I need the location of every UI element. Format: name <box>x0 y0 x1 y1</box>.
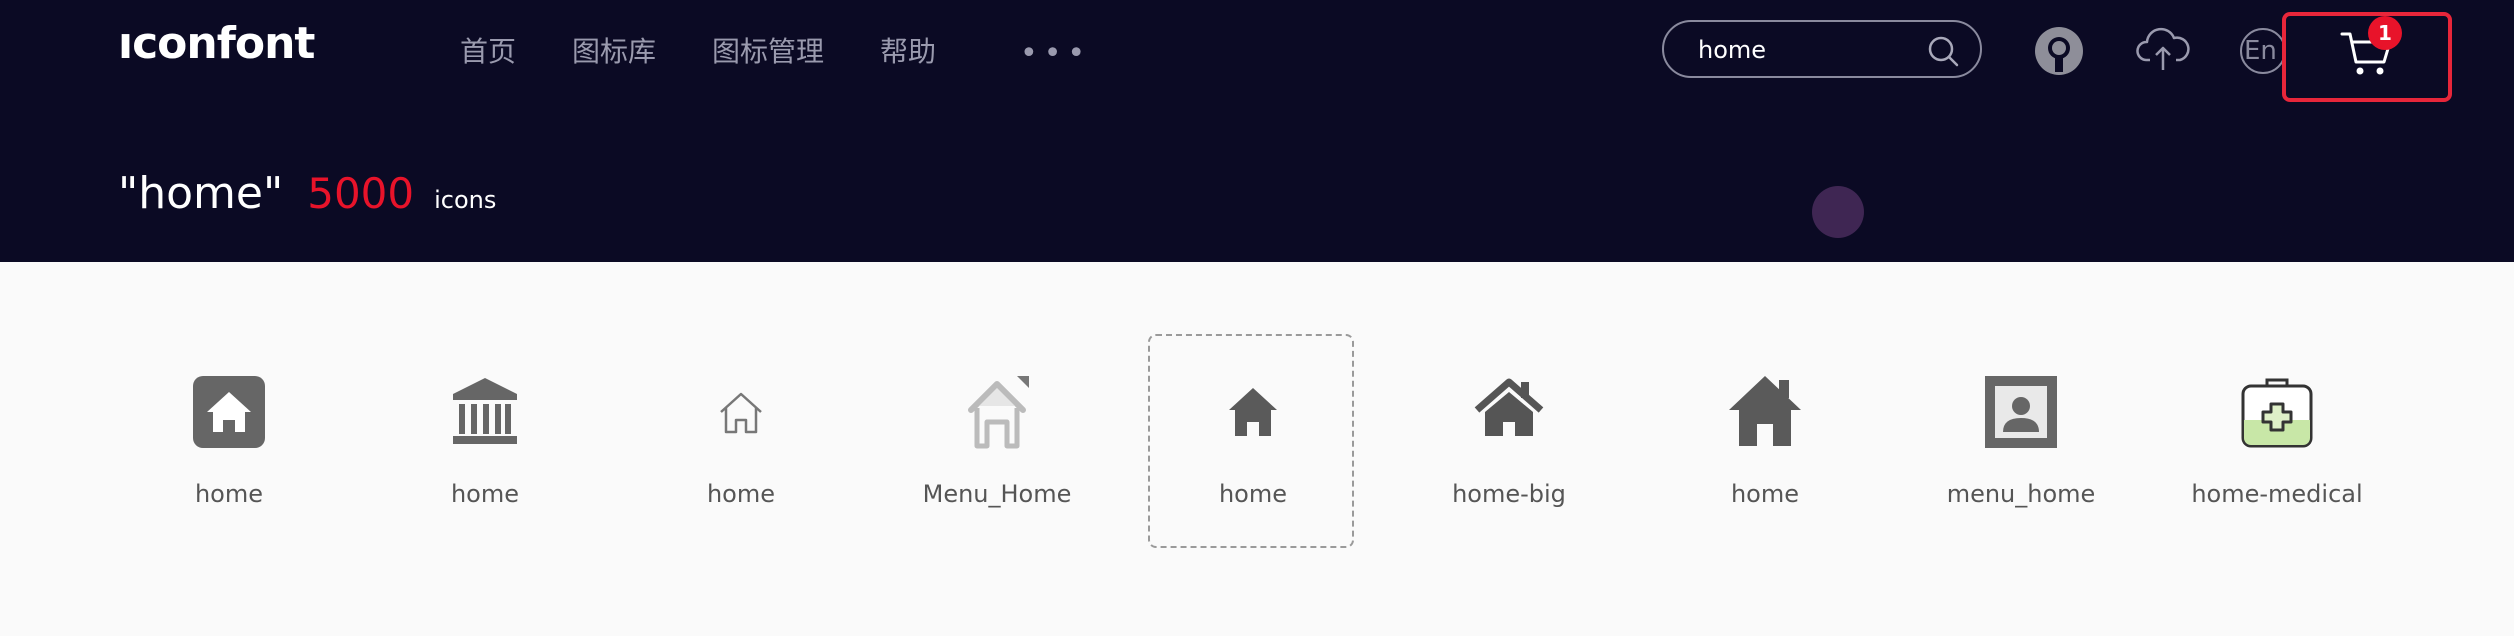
cart-count-badge: 1 <box>2368 16 2402 50</box>
icon-name: home-medical <box>2191 480 2363 508</box>
profile-frame-icon <box>1985 376 2057 448</box>
icon-card-selected[interactable]: home <box>1148 334 1354 548</box>
nav-item-help[interactable]: 帮助 <box>880 30 936 70</box>
bank-building-icon <box>453 378 517 444</box>
home-chimney-icon <box>1474 378 1544 436</box>
home-solid-large-icon <box>1729 376 1801 446</box>
icon-name: home <box>450 480 520 508</box>
home-solid-small-icon <box>1229 388 1277 436</box>
nav-item-icon-management[interactable]: 图标管理 <box>712 30 824 70</box>
top-header: ıconfont 首页 图标库 图标管理 帮助 ••• En 1 "home" … <box>0 0 2514 262</box>
icon-name: Menu_Home <box>922 480 1072 508</box>
result-unit: icons <box>434 186 497 214</box>
upload-cloud-icon[interactable] <box>2136 24 2190 74</box>
home-rounded-square-icon <box>193 376 265 448</box>
search-icon[interactable] <box>1926 34 1960 68</box>
icon-name: menu_home <box>1946 480 2096 508</box>
logo[interactable]: ıconfont <box>118 18 315 69</box>
nav-item-icon-library[interactable]: 图标库 <box>572 30 656 70</box>
search-input[interactable] <box>1698 34 1918 66</box>
icon-card[interactable]: home-medical <box>2172 334 2378 548</box>
icon-name: home <box>1730 480 1800 508</box>
icon-name: home <box>1218 480 1288 508</box>
icon-card[interactable]: Menu_Home <box>892 334 1098 548</box>
home-flag-icon <box>968 376 1029 449</box>
icon-card[interactable]: home <box>380 334 586 548</box>
nav-item-home[interactable]: 首页 <box>460 30 516 70</box>
medical-kit-icon <box>2241 378 2313 448</box>
decorative-dot <box>1812 186 1864 238</box>
icon-card[interactable]: menu_home <box>1916 334 2122 548</box>
search-result-summary: "home" 5000 icons <box>118 168 496 219</box>
icon-card[interactable]: home <box>636 334 842 548</box>
icon-card[interactable]: home-big <box>1404 334 1610 548</box>
result-count: 5000 <box>307 169 415 218</box>
avatar[interactable] <box>2034 26 2084 76</box>
icon-name: home-big <box>1452 480 1566 508</box>
result-query: "home" <box>118 168 284 219</box>
icon-grid: home home home Menu_Home home home-big h… <box>0 262 2514 636</box>
icon-name: home <box>706 480 776 508</box>
search-box <box>1662 20 1982 78</box>
icon-card[interactable]: home <box>1660 334 1866 548</box>
home-outline-icon <box>720 392 762 434</box>
language-switch[interactable]: En <box>2240 28 2286 74</box>
nav-more-button[interactable]: ••• <box>1020 36 1091 71</box>
icon-card[interactable]: home <box>124 334 330 548</box>
main-nav: 首页 图标库 图标管理 帮助 <box>460 30 992 70</box>
icon-name: home <box>194 480 264 508</box>
